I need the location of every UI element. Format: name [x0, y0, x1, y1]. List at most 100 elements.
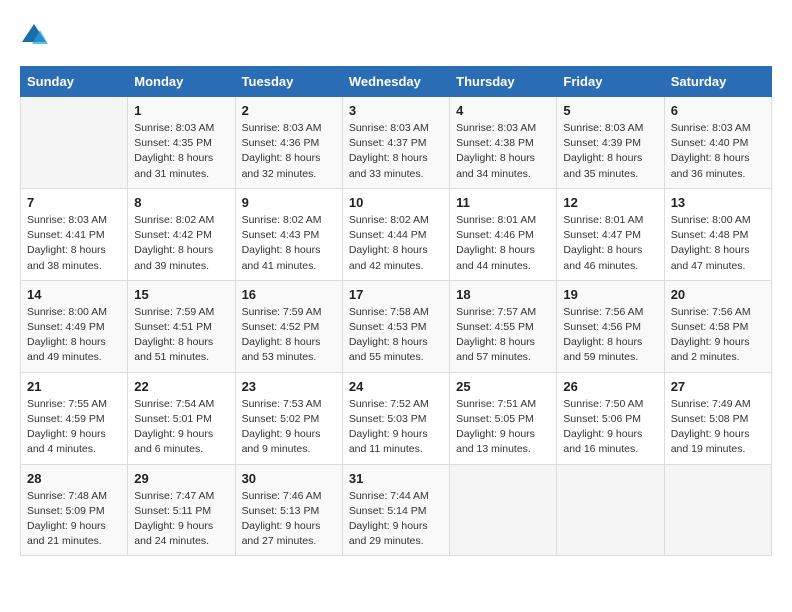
day-info: Sunrise: 7:47 AMSunset: 5:11 PMDaylight:… — [134, 489, 228, 550]
day-cell: 20 Sunrise: 7:56 AMSunset: 4:58 PMDayligh… — [664, 280, 771, 372]
day-number: 12 — [563, 195, 657, 210]
day-info: Sunrise: 7:51 AMSunset: 5:05 PMDaylight:… — [456, 397, 550, 458]
day-cell: 30Sunrise: 7:46 AMSunset: 5:13 PMDayligh… — [235, 464, 342, 556]
day-number: 15 — [134, 287, 228, 302]
calendar-header: SundayMondayTuesdayWednesdayThursdayFrid… — [21, 67, 772, 97]
day-info: Sunrise: 7:58 AMSunset: 4:53 PMDaylight:… — [349, 305, 443, 366]
day-cell: 25 Sunrise: 7:51 AMSunset: 5:05 PMDayligh… — [450, 372, 557, 464]
day-number: 20 — [671, 287, 765, 302]
day-info: Sunrise: 7:56 AMSunset: 4:56 PMDaylight:… — [563, 305, 657, 366]
day-info: Sunrise: 8:03 AMSunset: 4:35 PMDaylight:… — [134, 121, 228, 182]
day-info: Sunrise: 7:56 AMSunset: 4:58 PMDaylight:… — [671, 305, 765, 366]
day-info: Sunrise: 7:55 AMSunset: 4:59 PMDaylight:… — [27, 397, 121, 458]
day-cell: 26 Sunrise: 7:50 AMSunset: 5:06 PMDayligh… — [557, 372, 664, 464]
day-number: 1 — [134, 103, 228, 118]
weekday-header-tuesday: Tuesday — [235, 67, 342, 97]
day-number: 3 — [349, 103, 443, 118]
week-row-5: 28 Sunrise: 7:48 AMSunset: 5:09 PMDayligh… — [21, 464, 772, 556]
day-cell: 11 Sunrise: 8:01 AMSunset: 4:46 PMDayligh… — [450, 188, 557, 280]
day-number: 21 — [27, 379, 121, 394]
day-number: 8 — [134, 195, 228, 210]
day-info: Sunrise: 7:44 AMSunset: 5:14 PMDaylight:… — [349, 489, 443, 550]
day-cell: 8 Sunrise: 8:02 AMSunset: 4:42 PMDaylight… — [128, 188, 235, 280]
day-info: Sunrise: 8:03 AMSunset: 4:37 PMDaylight:… — [349, 121, 443, 182]
day-number: 22 — [134, 379, 228, 394]
day-info: Sunrise: 7:59 AMSunset: 4:51 PMDaylight:… — [134, 305, 228, 366]
day-number: 24 — [349, 379, 443, 394]
day-number: 17 — [349, 287, 443, 302]
day-number: 25 — [456, 379, 550, 394]
day-number: 18 — [456, 287, 550, 302]
day-info: Sunrise: 8:03 AMSunset: 4:39 PMDaylight:… — [563, 121, 657, 182]
day-info: Sunrise: 7:59 AMSunset: 4:52 PMDaylight:… — [242, 305, 336, 366]
day-info: Sunrise: 8:03 AMSunset: 4:40 PMDaylight:… — [671, 121, 765, 182]
day-cell — [450, 464, 557, 556]
day-info: Sunrise: 7:50 AMSunset: 5:06 PMDaylight:… — [563, 397, 657, 458]
day-number: 23 — [242, 379, 336, 394]
day-number: 13 — [671, 195, 765, 210]
day-number: 4 — [456, 103, 550, 118]
day-info: Sunrise: 8:00 AMSunset: 4:49 PMDaylight:… — [27, 305, 121, 366]
day-info: Sunrise: 8:01 AMSunset: 4:46 PMDaylight:… — [456, 213, 550, 274]
day-info: Sunrise: 8:02 AMSunset: 4:42 PMDaylight:… — [134, 213, 228, 274]
weekday-header-sunday: Sunday — [21, 67, 128, 97]
weekday-header-saturday: Saturday — [664, 67, 771, 97]
day-info: Sunrise: 8:03 AMSunset: 4:36 PMDaylight:… — [242, 121, 336, 182]
day-number: 31 — [349, 471, 443, 486]
calendar-body: 1 Sunrise: 8:03 AMSunset: 4:35 PMDaylight… — [21, 97, 772, 556]
day-cell: 10 Sunrise: 8:02 AMSunset: 4:44 PMDayligh… — [342, 188, 449, 280]
day-number: 9 — [242, 195, 336, 210]
day-cell: 29 Sunrise: 7:47 AMSunset: 5:11 PMDayligh… — [128, 464, 235, 556]
day-number: 7 — [27, 195, 121, 210]
day-cell: 31 Sunrise: 7:44 AMSunset: 5:14 PMDayligh… — [342, 464, 449, 556]
day-number: 29 — [134, 471, 228, 486]
day-cell: 21 Sunrise: 7:55 AMSunset: 4:59 PMDayligh… — [21, 372, 128, 464]
day-number: 6 — [671, 103, 765, 118]
day-number: 27 — [671, 379, 765, 394]
day-number: 28 — [27, 471, 121, 486]
day-info: Sunrise: 8:02 AMSunset: 4:43 PMDaylight:… — [242, 213, 336, 274]
day-number: 11 — [456, 195, 550, 210]
day-cell: 17 Sunrise: 7:58 AMSunset: 4:53 PMDayligh… — [342, 280, 449, 372]
day-info: Sunrise: 7:46 AMSunset: 5:13 PMDaylight:… — [242, 489, 336, 550]
weekday-header-friday: Friday — [557, 67, 664, 97]
day-info: Sunrise: 8:03 AMSunset: 4:41 PMDaylight:… — [27, 213, 121, 274]
day-number: 10 — [349, 195, 443, 210]
day-number: 26 — [563, 379, 657, 394]
week-row-4: 21 Sunrise: 7:55 AMSunset: 4:59 PMDayligh… — [21, 372, 772, 464]
day-info: Sunrise: 7:52 AMSunset: 5:03 PMDaylight:… — [349, 397, 443, 458]
day-number: 19 — [563, 287, 657, 302]
week-row-1: 1 Sunrise: 8:03 AMSunset: 4:35 PMDaylight… — [21, 97, 772, 189]
day-info: Sunrise: 7:48 AMSunset: 5:09 PMDaylight:… — [27, 489, 121, 550]
day-cell: 16 Sunrise: 7:59 AMSunset: 4:52 PMDayligh… — [235, 280, 342, 372]
day-cell: 9 Sunrise: 8:02 AMSunset: 4:43 PMDaylight… — [235, 188, 342, 280]
day-number: 2 — [242, 103, 336, 118]
day-cell: 22 Sunrise: 7:54 AMSunset: 5:01 PMDayligh… — [128, 372, 235, 464]
day-cell: 7 Sunrise: 8:03 AMSunset: 4:41 PMDaylight… — [21, 188, 128, 280]
page-header — [20, 20, 772, 50]
day-info: Sunrise: 8:01 AMSunset: 4:47 PMDaylight:… — [563, 213, 657, 274]
day-cell: 3 Sunrise: 8:03 AMSunset: 4:37 PMDaylight… — [342, 97, 449, 189]
day-info: Sunrise: 8:03 AMSunset: 4:38 PMDaylight:… — [456, 121, 550, 182]
week-row-2: 7 Sunrise: 8:03 AMSunset: 4:41 PMDaylight… — [21, 188, 772, 280]
day-cell: 23Sunrise: 7:53 AMSunset: 5:02 PMDayligh… — [235, 372, 342, 464]
day-cell: 27 Sunrise: 7:49 AMSunset: 5:08 PMDayligh… — [664, 372, 771, 464]
weekday-header-monday: Monday — [128, 67, 235, 97]
day-info: Sunrise: 8:02 AMSunset: 4:44 PMDaylight:… — [349, 213, 443, 274]
day-cell: 2 Sunrise: 8:03 AMSunset: 4:36 PMDaylight… — [235, 97, 342, 189]
day-cell — [557, 464, 664, 556]
day-cell: 12 Sunrise: 8:01 AMSunset: 4:47 PMDayligh… — [557, 188, 664, 280]
calendar-table: SundayMondayTuesdayWednesdayThursdayFrid… — [20, 66, 772, 556]
day-cell: 24 Sunrise: 7:52 AMSunset: 5:03 PMDayligh… — [342, 372, 449, 464]
logo-icon — [20, 22, 48, 50]
day-info: Sunrise: 7:49 AMSunset: 5:08 PMDaylight:… — [671, 397, 765, 458]
day-cell: 13 Sunrise: 8:00 AMSunset: 4:48 PMDayligh… — [664, 188, 771, 280]
day-cell — [664, 464, 771, 556]
weekday-header-thursday: Thursday — [450, 67, 557, 97]
day-cell: 18Sunrise: 7:57 AMSunset: 4:55 PMDayligh… — [450, 280, 557, 372]
day-number: 5 — [563, 103, 657, 118]
day-info: Sunrise: 7:54 AMSunset: 5:01 PMDaylight:… — [134, 397, 228, 458]
day-number: 16 — [242, 287, 336, 302]
week-row-3: 14Sunrise: 8:00 AMSunset: 4:49 PMDayligh… — [21, 280, 772, 372]
day-info: Sunrise: 8:00 AMSunset: 4:48 PMDaylight:… — [671, 213, 765, 274]
